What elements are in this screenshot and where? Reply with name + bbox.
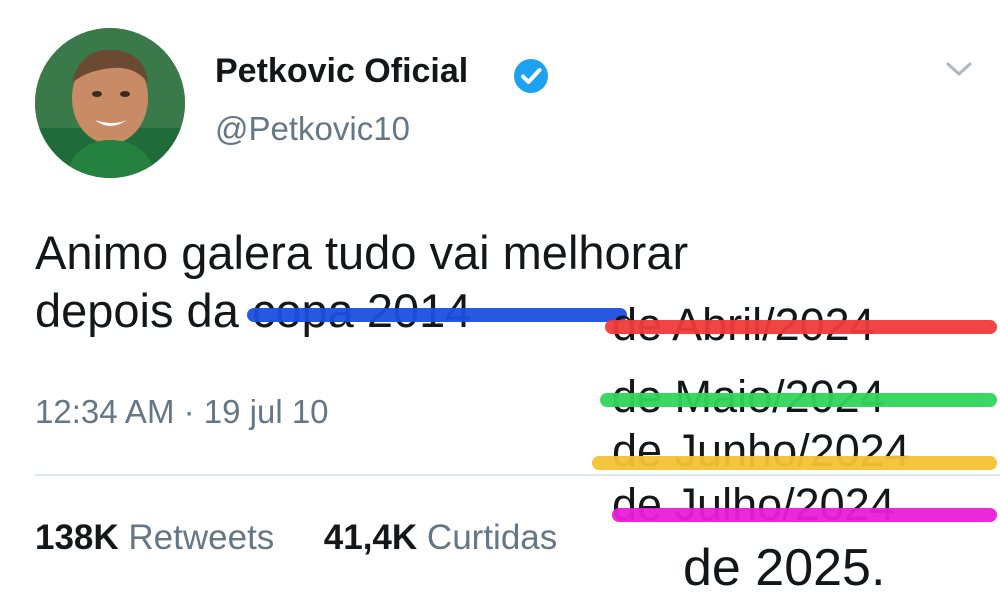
user-handle[interactable]: @Petkovic10 <box>215 110 410 148</box>
avatar[interactable] <box>35 28 185 178</box>
strike-original <box>247 308 627 322</box>
likes-label[interactable]: Curtidas <box>427 518 557 557</box>
display-name[interactable]: Petkovic Oficial <box>215 52 468 91</box>
avatar-photo <box>35 28 185 178</box>
strike-july <box>612 508 997 522</box>
strike-may <box>600 393 997 407</box>
strike-april <box>605 320 997 334</box>
engagement-stats: 138K Retweets 41,4K Curtidas <box>35 518 557 558</box>
likes-count[interactable]: 41,4K <box>324 518 417 557</box>
tweet-line-1: Animo galera tudo vai melhorar <box>35 226 689 279</box>
edit-july: de Julho/2024 <box>612 479 895 530</box>
tweet-timestamp[interactable]: 12:34 AM · 19 jul 10 <box>35 393 329 431</box>
retweets-label[interactable]: Retweets <box>128 518 274 557</box>
verified-badge-icon <box>514 59 548 93</box>
retweets-count[interactable]: 138K <box>35 518 119 557</box>
final-edit: de 2025. <box>683 539 886 597</box>
strike-june <box>592 456 997 470</box>
chevron-down-icon[interactable] <box>944 58 974 80</box>
